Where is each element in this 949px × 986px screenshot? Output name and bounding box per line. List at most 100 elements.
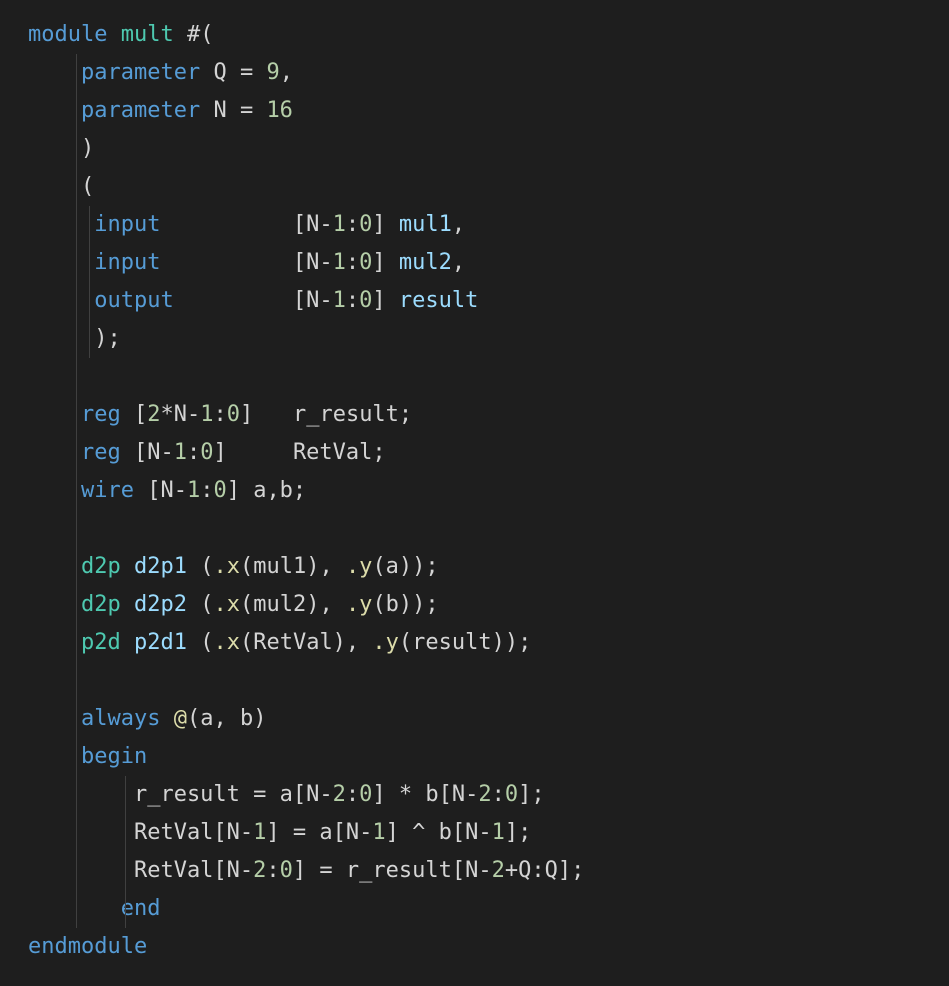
token-num: 1 [253, 820, 266, 845]
token-var: p2d1 [134, 630, 187, 655]
code-line[interactable]: module mult #( [28, 16, 949, 54]
token-txt: ]; [505, 820, 532, 845]
token-txt: [N- [134, 478, 187, 503]
token-kw: parameter [81, 60, 200, 85]
token-txt [28, 212, 94, 237]
token-txt: : [492, 782, 505, 807]
code-line[interactable]: output [N-1:0] result [28, 282, 949, 320]
token-txt [28, 630, 81, 655]
token-txt: ] = r_result[N- [293, 858, 492, 883]
code-line[interactable]: ) [28, 130, 949, 168]
token-num: 9 [266, 60, 279, 85]
token-txt: ( [187, 554, 214, 579]
token-var: mul2 [399, 250, 452, 275]
code-line[interactable] [28, 662, 949, 700]
token-txt: : [346, 250, 359, 275]
code-line[interactable]: endmodule [28, 928, 949, 966]
token-txt: [N- [160, 250, 332, 275]
token-txt [121, 554, 134, 579]
token-kw: module [28, 22, 107, 47]
token-type: mult [121, 22, 174, 47]
token-var: result [399, 288, 478, 313]
code-line[interactable]: reg [2*N-1:0] r_result; [28, 396, 949, 434]
code-line[interactable] [28, 510, 949, 548]
code-line[interactable]: ); [28, 320, 949, 358]
token-kw: input [94, 212, 160, 237]
code-line[interactable]: d2p d2p1 (.x(mul1), .y(a)); [28, 548, 949, 586]
token-var: mul1 [399, 212, 452, 237]
token-txt: ] [372, 288, 399, 313]
code-line[interactable]: reg [N-1:0] RetVal; [28, 434, 949, 472]
code-line[interactable]: end [28, 890, 949, 928]
token-type: d2p [81, 554, 121, 579]
token-txt [28, 364, 41, 389]
token-txt: : [346, 288, 359, 313]
token-txt [28, 478, 81, 503]
token-txt: ] r_result; [240, 402, 412, 427]
token-num: 16 [266, 98, 293, 123]
token-type: d2p [81, 592, 121, 617]
code-line[interactable]: parameter Q = 9, [28, 54, 949, 92]
token-num: 0 [200, 440, 213, 465]
token-num: 2 [253, 858, 266, 883]
token-txt [28, 288, 94, 313]
token-txt [121, 630, 134, 655]
token-kw: end [121, 896, 161, 921]
token-fn: @ [174, 706, 187, 731]
code-editor[interactable]: module mult #( parameter Q = 9, paramete… [0, 0, 949, 966]
token-num: 2 [478, 782, 491, 807]
token-txt: ) [28, 136, 94, 161]
token-kw: wire [81, 478, 134, 503]
token-num: 1 [492, 820, 505, 845]
token-txt: ( [187, 592, 214, 617]
token-kw: parameter [81, 98, 200, 123]
token-txt: r_result = a[N- [28, 782, 333, 807]
token-txt: (mul1), [240, 554, 346, 579]
code-line[interactable] [28, 358, 949, 396]
token-num: 0 [359, 250, 372, 275]
token-txt: , [280, 60, 293, 85]
token-txt [28, 98, 81, 123]
code-line[interactable]: always @(a, b) [28, 700, 949, 738]
code-line[interactable]: RetVal[N-1] = a[N-1] ^ b[N-1]; [28, 814, 949, 852]
token-txt: ] ^ b[N- [386, 820, 492, 845]
token-txt: (b)); [372, 592, 438, 617]
code-line[interactable]: ( [28, 168, 949, 206]
token-txt: ] a,b; [227, 478, 306, 503]
token-num: 2 [147, 402, 160, 427]
code-line[interactable]: wire [N-1:0] a,b; [28, 472, 949, 510]
token-num: 1 [372, 820, 385, 845]
code-line[interactable]: input [N-1:0] mul1, [28, 206, 949, 244]
token-txt: ] [372, 250, 399, 275]
token-txt: : [346, 212, 359, 237]
token-txt: (result)); [399, 630, 531, 655]
token-txt: ( [187, 630, 214, 655]
code-line[interactable]: d2p d2p2 (.x(mul2), .y(b)); [28, 586, 949, 624]
token-fn: .x [213, 630, 240, 655]
token-txt [28, 60, 81, 85]
token-txt: (RetVal), [240, 630, 372, 655]
code-line[interactable]: RetVal[N-2:0] = r_result[N-2+Q:Q]; [28, 852, 949, 890]
token-txt: (mul2), [240, 592, 346, 617]
token-txt [28, 250, 94, 275]
code-line[interactable]: r_result = a[N-2:0] * b[N-2:0]; [28, 776, 949, 814]
token-txt: : [213, 402, 226, 427]
token-var: d2p2 [134, 592, 187, 617]
token-num: 2 [492, 858, 505, 883]
token-type: p2d [81, 630, 121, 655]
token-txt: ); [28, 326, 121, 351]
token-txt [28, 668, 41, 693]
token-txt: [N- [121, 440, 174, 465]
indent-guide [125, 776, 126, 928]
token-txt: ] [372, 212, 399, 237]
code-line[interactable]: p2d p2d1 (.x(RetVal), .y(result)); [28, 624, 949, 662]
code-line[interactable]: input [N-1:0] mul2, [28, 244, 949, 282]
token-var: d2p1 [134, 554, 187, 579]
token-txt: : [200, 478, 213, 503]
code-line[interactable]: begin [28, 738, 949, 776]
token-kw: output [94, 288, 173, 313]
token-num: 1 [200, 402, 213, 427]
token-txt [28, 896, 121, 921]
token-txt [121, 592, 134, 617]
code-line[interactable]: parameter N = 16 [28, 92, 949, 130]
